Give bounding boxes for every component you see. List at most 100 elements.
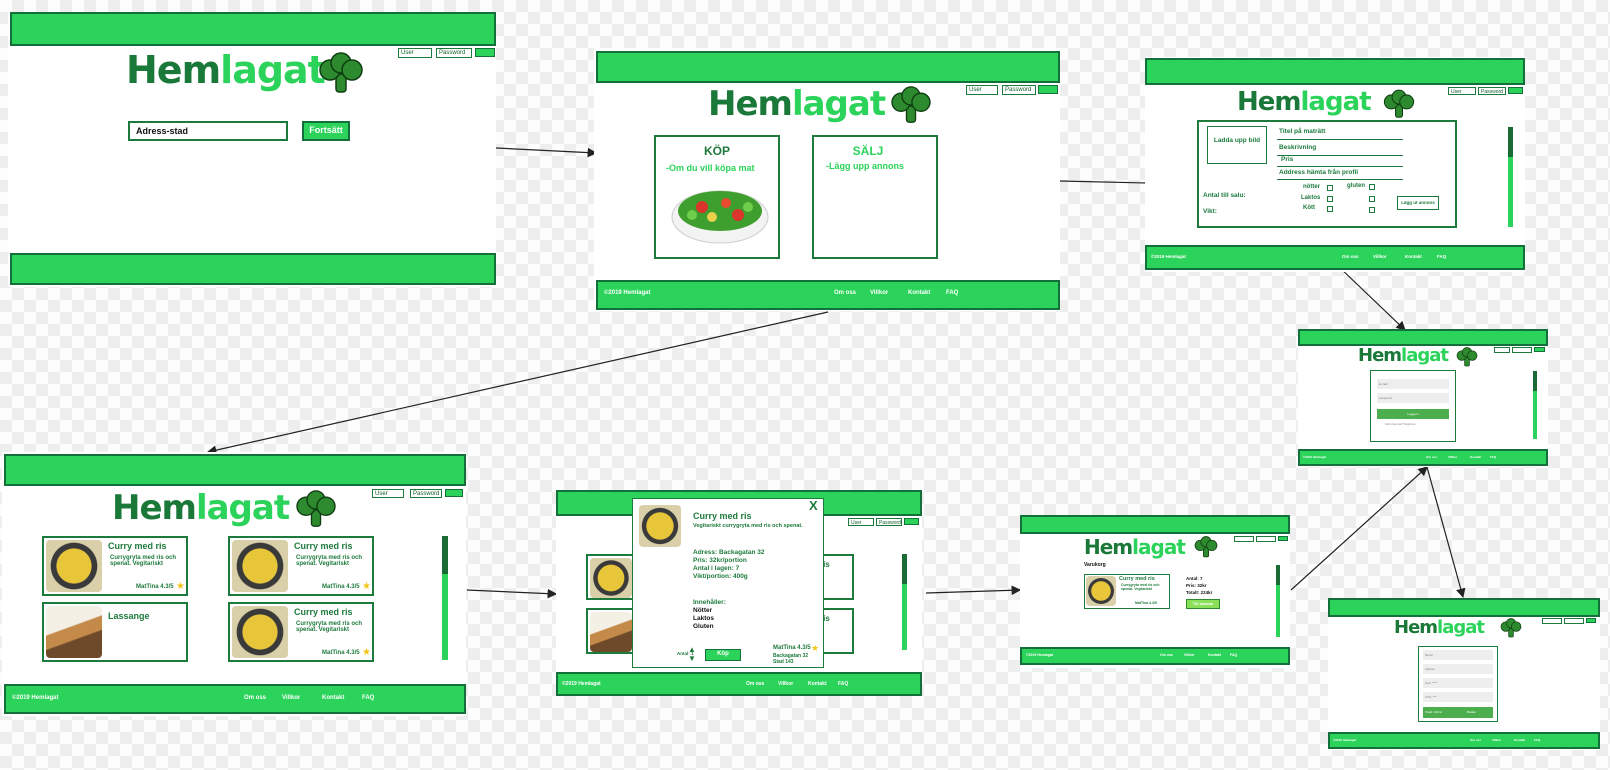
footer-link-about[interactable]: Om oss: [834, 290, 856, 296]
footer-link-about[interactable]: Om oss: [1470, 738, 1481, 742]
footer-link-faq[interactable]: FAQ: [1437, 254, 1446, 259]
screen-sell: User Password Hemlagat Ladda upp bild Ti…: [1145, 57, 1525, 272]
address-field[interactable]: Address hämta från profil: [1277, 169, 1403, 180]
password-field[interactable]: Password: [876, 518, 902, 526]
footer-link-terms[interactable]: Villkor: [1492, 738, 1501, 742]
login-button[interactable]: [1534, 347, 1545, 352]
forgot-password-link[interactable]: Glömt lösenord? Registrera: [1385, 423, 1416, 426]
footer-link-contact[interactable]: Kontakt: [1514, 738, 1525, 742]
password-field[interactable]: Password: [410, 489, 442, 498]
footer-link-faq[interactable]: FAQ: [1490, 455, 1496, 459]
address-input[interactable]: Adress-stad: [128, 121, 288, 141]
footer-link-contact[interactable]: Kontakt: [1208, 653, 1221, 657]
user-field[interactable]: User: [372, 489, 404, 498]
user-field[interactable]: User: [848, 518, 874, 526]
checkout-button[interactable]: Till kassan: [1186, 599, 1220, 609]
footer-link-about[interactable]: Om oss: [746, 681, 764, 687]
footer-link-faq[interactable]: FAQ: [946, 290, 958, 296]
price-field[interactable]: Pris: [1277, 156, 1403, 167]
footer-link-contact[interactable]: Kontakt: [1405, 254, 1422, 259]
footer-link-terms[interactable]: Villkor: [1184, 653, 1195, 657]
footer-link-about[interactable]: Om oss: [244, 695, 266, 701]
login-button[interactable]: [1278, 536, 1288, 541]
footer-link-contact[interactable]: Kontakt: [808, 681, 827, 687]
cart-item[interactable]: Curry med ris Currygryta med ris och spe…: [1084, 574, 1170, 609]
title-field[interactable]: Titel på maträtt: [1277, 128, 1403, 140]
footer-link-terms[interactable]: Villkor: [1448, 455, 1457, 459]
password-field[interactable]: [1512, 347, 1532, 353]
email-field[interactable]: E-mail: [1377, 379, 1449, 389]
footer-link-faq[interactable]: FAQ: [838, 681, 848, 687]
scrollbar[interactable]: [442, 536, 448, 660]
pay-button[interactable]: Totalt: 224 kr Betala: [1423, 707, 1493, 718]
login-button[interactable]: [904, 518, 919, 525]
login-button[interactable]: [1038, 85, 1058, 94]
salad-image: [671, 190, 769, 244]
footer-copyright: ©2019 Hemlagat: [562, 681, 601, 687]
footer-link-about[interactable]: Om oss: [1342, 254, 1359, 259]
description-field[interactable]: Beskrivning: [1277, 144, 1403, 156]
name-field[interactable]: Namn: [1423, 650, 1493, 660]
footer-link-contact[interactable]: Kontakt: [1470, 455, 1481, 459]
extra-checkbox-2[interactable]: [1369, 207, 1375, 213]
detail-weight: Vikt/portion: 400g: [693, 573, 748, 580]
password-field[interactable]: Password: [1478, 87, 1506, 95]
login-button[interactable]: [1508, 87, 1523, 94]
footer-link-about[interactable]: Om oss: [1426, 455, 1437, 459]
password-field[interactable]: [1564, 618, 1584, 624]
sell-card[interactable]: SÄLJ -Lägg upp annons: [812, 135, 938, 259]
user-field[interactable]: User: [1448, 87, 1476, 95]
screen-choice: User Password Hemlagat KÖP -Om du vill k…: [594, 48, 1060, 311]
scrollbar[interactable]: [902, 554, 907, 650]
food-card[interactable]: Curry med ris Currygryta med ris och spe…: [228, 602, 374, 662]
cvc-field[interactable]: CVC: ***: [1423, 692, 1493, 702]
sign-in-button[interactable]: Logga in: [1377, 409, 1449, 419]
footer-link-faq[interactable]: FAQ: [362, 695, 374, 701]
upload-image-button[interactable]: Ladda upp bild: [1207, 126, 1267, 164]
nuts-checkbox[interactable]: [1327, 185, 1333, 191]
close-icon[interactable]: X: [809, 498, 818, 513]
food-card[interactable]: Lassange: [42, 602, 188, 662]
footer-link-terms[interactable]: Villkor: [870, 290, 888, 296]
footer-link-contact[interactable]: Kontakt: [322, 695, 344, 701]
arrow-start-to-choice: [495, 147, 598, 158]
user-field[interactable]: User: [966, 85, 998, 95]
password-field[interactable]: [1256, 536, 1276, 542]
login-button[interactable]: [1586, 618, 1596, 623]
login-button[interactable]: [445, 489, 463, 497]
user-field[interactable]: [1234, 536, 1254, 542]
extra-checkbox-1[interactable]: [1369, 196, 1375, 202]
buy-card[interactable]: KÖP -Om du vill köpa mat: [654, 135, 780, 259]
footer-link-faq[interactable]: FAQ: [1230, 653, 1237, 657]
footer-link-terms[interactable]: Villkor: [1373, 254, 1387, 259]
login-button[interactable]: [475, 48, 495, 57]
meat-checkbox[interactable]: [1327, 206, 1333, 212]
food-card[interactable]: Curry med ris Currygryta med ris och spe…: [42, 536, 188, 596]
footer-link-faq[interactable]: FAQ: [1534, 738, 1540, 742]
footer-link-terms[interactable]: Villkor: [778, 681, 793, 687]
scrollbar[interactable]: [1276, 565, 1280, 637]
footer-link-contact[interactable]: Kontakt: [908, 290, 930, 296]
lactose-checkbox[interactable]: [1327, 196, 1333, 202]
address-input[interactable]: Adress: [1423, 664, 1493, 674]
chevron-up-icon[interactable]: ▲: [688, 645, 696, 654]
password-input[interactable]: Lösenord: [1377, 393, 1449, 403]
chevron-down-icon[interactable]: ▼: [688, 654, 696, 663]
logo: Hemlagat: [708, 84, 886, 124]
quantity-stepper[interactable]: ▲ ▼: [688, 645, 696, 663]
user-field[interactable]: [1494, 347, 1510, 353]
food-card[interactable]: Curry med ris Currygryta med ris och spe…: [228, 536, 374, 596]
continue-button[interactable]: Fortsätt: [302, 121, 350, 141]
scrollbar[interactable]: [1508, 127, 1513, 227]
user-field[interactable]: [1542, 618, 1562, 624]
card-field[interactable]: Kort: ****: [1423, 678, 1493, 688]
password-field[interactable]: Password: [436, 48, 472, 58]
scrollbar[interactable]: [1533, 371, 1537, 439]
user-field[interactable]: User: [398, 48, 432, 58]
gluten-checkbox[interactable]: [1369, 184, 1375, 190]
footer-link-about[interactable]: Om oss: [1160, 653, 1173, 657]
publish-button[interactable]: Lägg ut annons: [1397, 196, 1439, 210]
buy-button[interactable]: Köp: [705, 649, 741, 661]
footer-link-terms[interactable]: Villkor: [282, 695, 300, 701]
password-field[interactable]: Password: [1002, 85, 1036, 95]
